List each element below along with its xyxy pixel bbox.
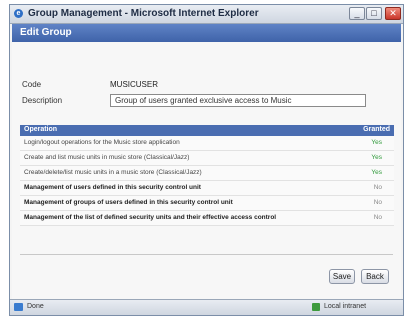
code-value: MUSICUSER — [110, 80, 159, 89]
table-row: Login/logout operations for the Music st… — [20, 136, 394, 151]
page-header: Edit Group — [12, 24, 401, 42]
code-label: Code — [22, 80, 42, 89]
browser-window: e Group Management - Microsoft Internet … — [9, 4, 404, 316]
operations-table: Operation Granted Login/logout operation… — [20, 125, 394, 226]
edit-group-form: Code MUSICUSER Description Operation Gra… — [12, 42, 401, 299]
security-zone: Local intranet — [324, 303, 367, 310]
description-label: Description — [22, 96, 63, 105]
table-header: Operation Granted — [20, 125, 394, 136]
granted-toggle[interactable]: No — [374, 184, 382, 191]
operation-cell: Management of users defined in this secu… — [24, 184, 201, 191]
granted-toggle[interactable]: Yes — [371, 154, 382, 161]
page-title: Edit Group — [20, 27, 72, 38]
back-button[interactable]: Back — [361, 269, 389, 284]
divider — [20, 254, 393, 255]
title-bar: e Group Management - Microsoft Internet … — [10, 5, 403, 24]
granted-toggle[interactable]: Yes — [371, 139, 382, 146]
window-title: Group Management - Microsoft Internet Ex… — [28, 8, 259, 19]
save-button[interactable]: Save — [329, 269, 355, 284]
operation-column-header: Operation — [24, 126, 58, 133]
status-text: Done — [27, 303, 44, 310]
table-row: Create and list music units in music sto… — [20, 151, 394, 166]
maximize-button[interactable]: □ — [366, 7, 382, 20]
page-done-icon — [14, 303, 23, 311]
status-bar: Done Local intranet — [10, 299, 403, 315]
operation-cell: Management of the list of defined securi… — [24, 214, 277, 221]
operation-cell: Management of groups of users defined in… — [24, 199, 233, 206]
granted-toggle[interactable]: Yes — [371, 169, 382, 176]
table-row: Management of the list of defined securi… — [20, 211, 394, 226]
granted-column-header: Granted — [363, 126, 390, 133]
table-row: Management of groups of users defined in… — [20, 196, 394, 211]
minimize-button[interactable]: _ — [349, 7, 365, 20]
table-row: Management of users defined in this secu… — [20, 181, 394, 196]
operation-cell: Create and list music units in music sto… — [24, 154, 190, 161]
intranet-zone-icon — [312, 303, 320, 311]
granted-toggle[interactable]: No — [374, 214, 382, 221]
close-button[interactable]: ✕ — [385, 7, 401, 20]
operation-cell: Login/logout operations for the Music st… — [24, 139, 180, 146]
table-row: Create/delete/list music units in a musi… — [20, 166, 394, 181]
description-input[interactable] — [110, 94, 366, 107]
granted-toggle[interactable]: No — [374, 199, 382, 206]
operation-cell: Create/delete/list music units in a musi… — [24, 169, 202, 176]
internet-explorer-icon: e — [14, 9, 23, 18]
